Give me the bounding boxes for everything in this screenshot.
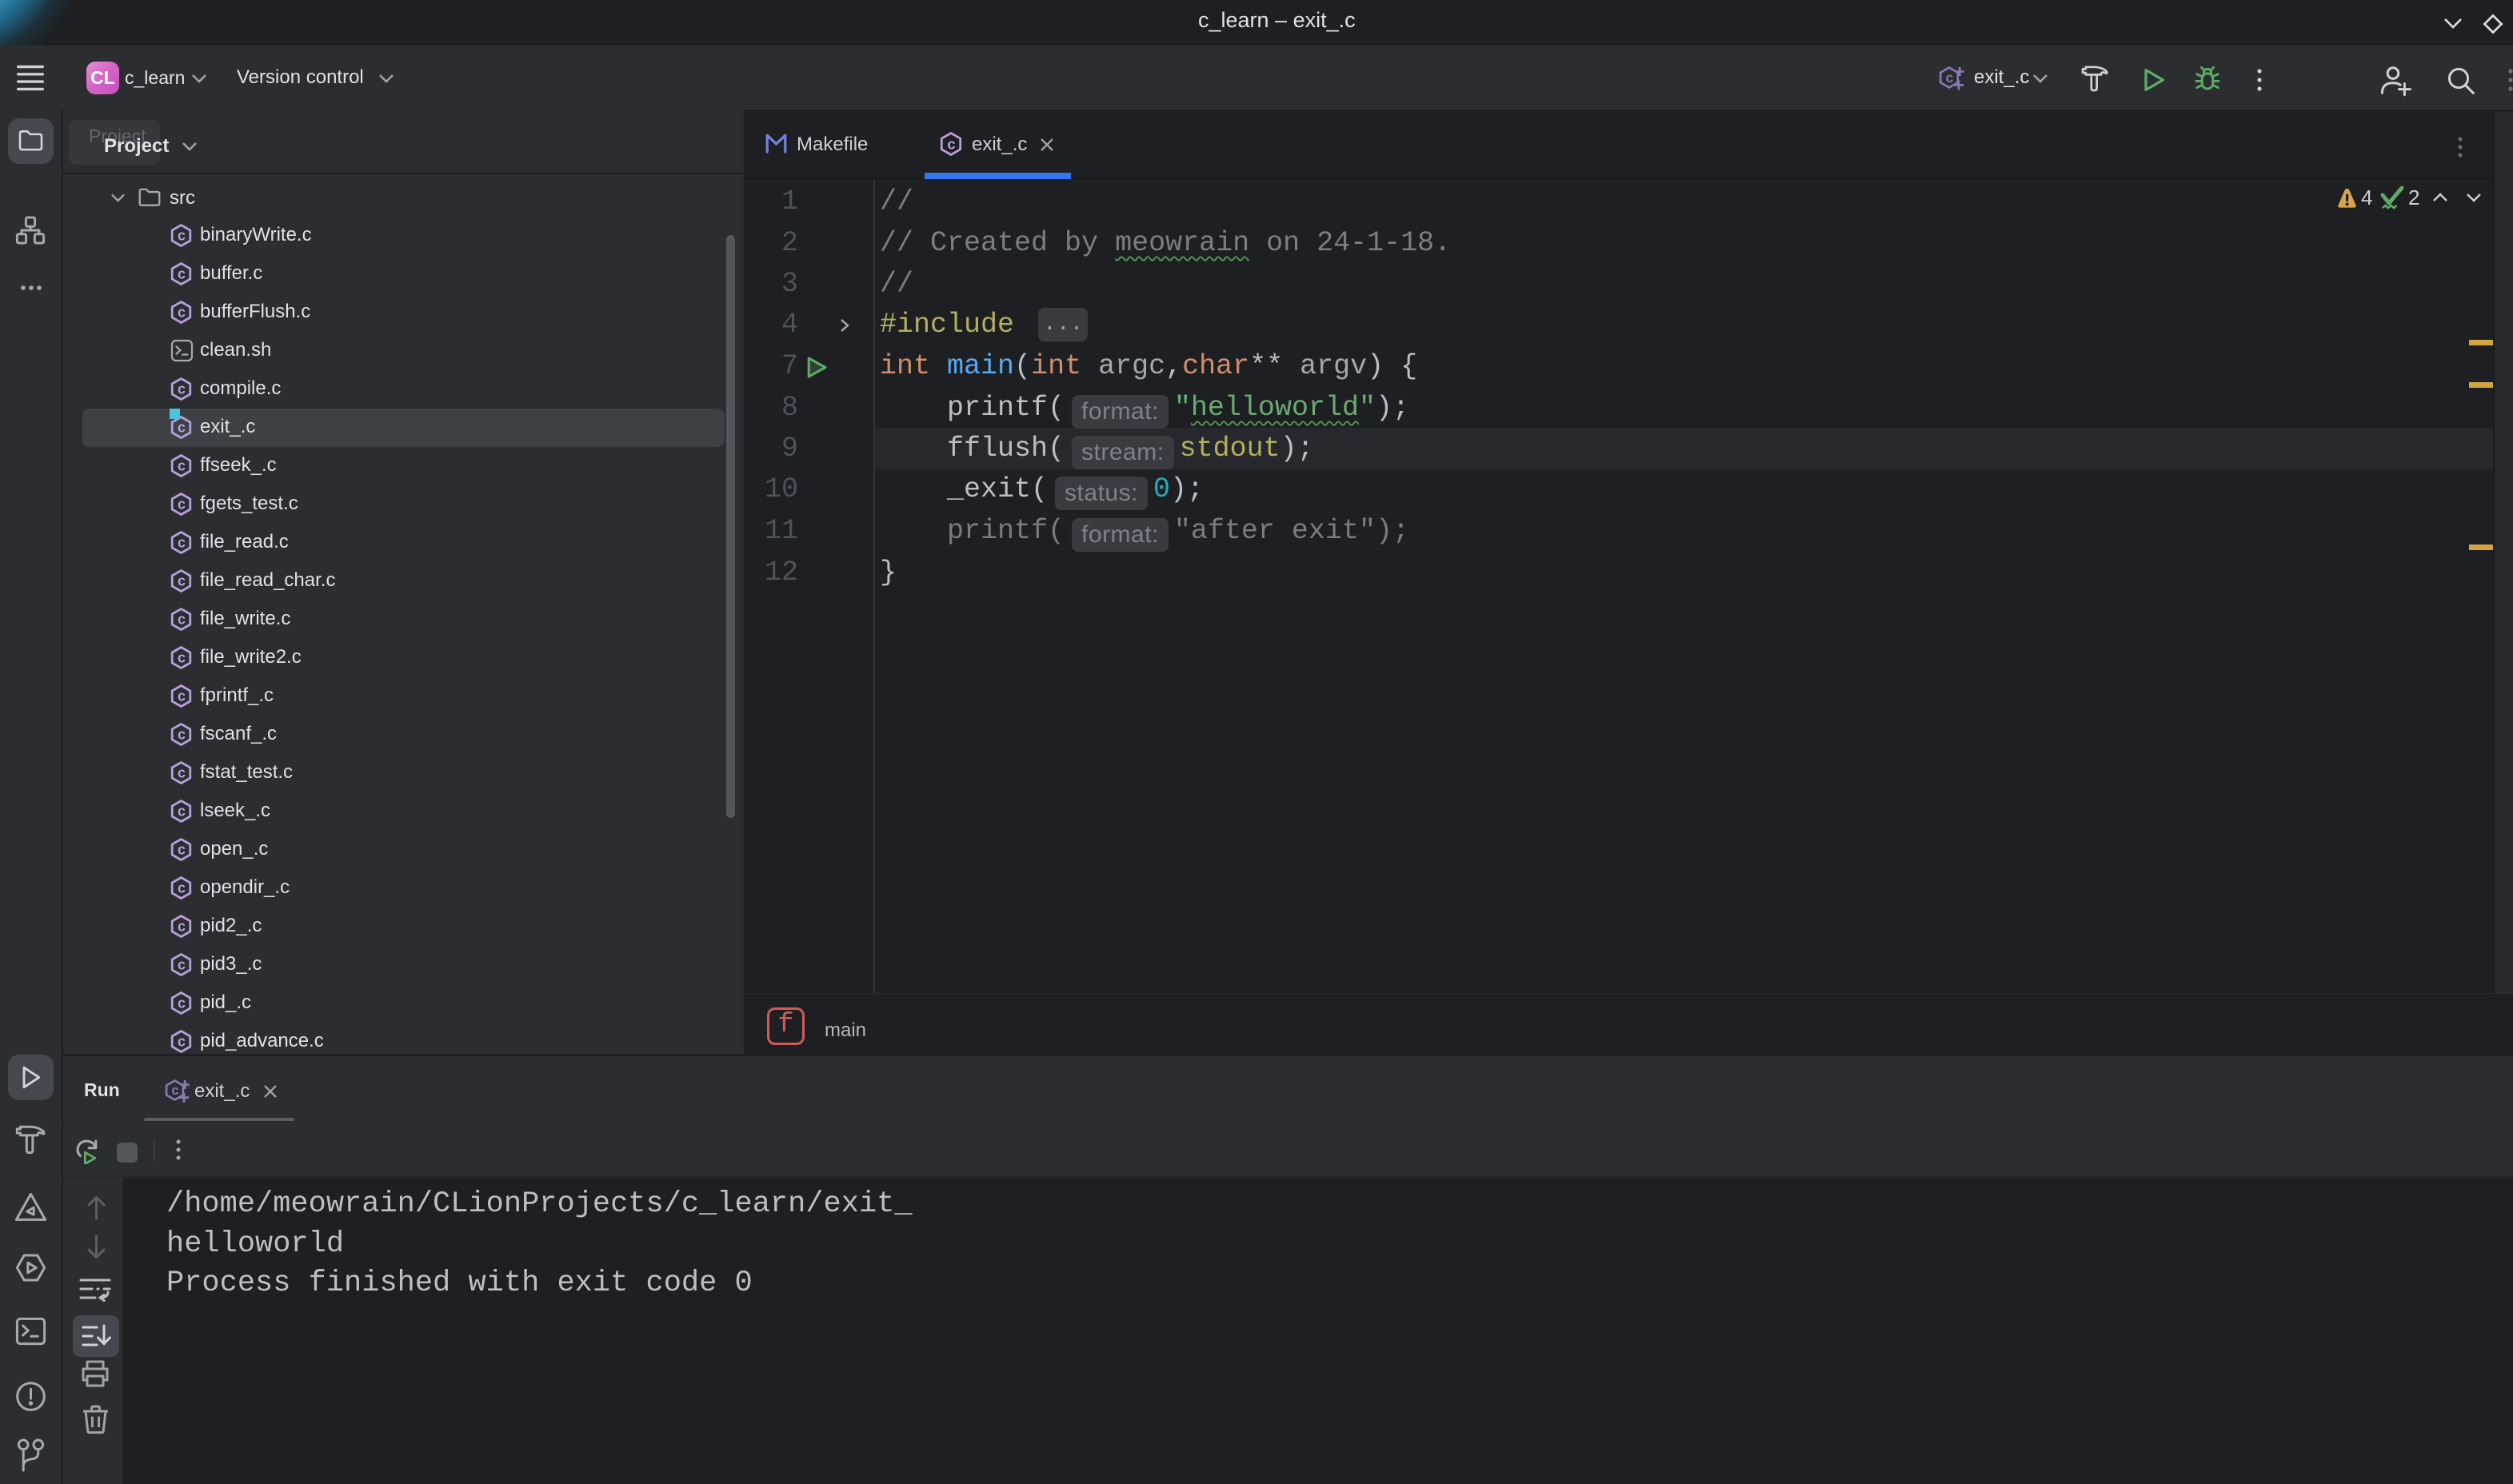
svg-text:c: c [178,842,186,858]
svg-text:c: c [178,612,186,628]
svg-text:c: c [178,957,186,973]
svg-text:c: c [178,688,186,704]
svg-text:c: c [178,919,186,935]
svg-text:c: c [178,727,186,743]
svg-text:c: c [178,420,186,436]
svg-text:c: c [178,765,186,781]
svg-text:c: c [178,381,186,397]
svg-text:c: c [178,650,186,666]
svg-text:c: c [178,266,186,282]
svg-text:c: c [171,1083,178,1098]
svg-text:c: c [947,135,955,152]
svg-text:c: c [178,995,186,1011]
svg-text:c: c [178,497,186,513]
svg-text:c: c [178,305,186,321]
svg-text:c: c [1946,70,1954,86]
svg-text:c: c [178,535,186,551]
svg-text:c: c [178,228,186,244]
svg-text:c: c [178,573,186,589]
svg-text:c: c [178,1034,186,1050]
svg-text:c: c [178,804,186,820]
svg-text:c: c [178,458,186,474]
svg-text:c: c [178,880,186,896]
